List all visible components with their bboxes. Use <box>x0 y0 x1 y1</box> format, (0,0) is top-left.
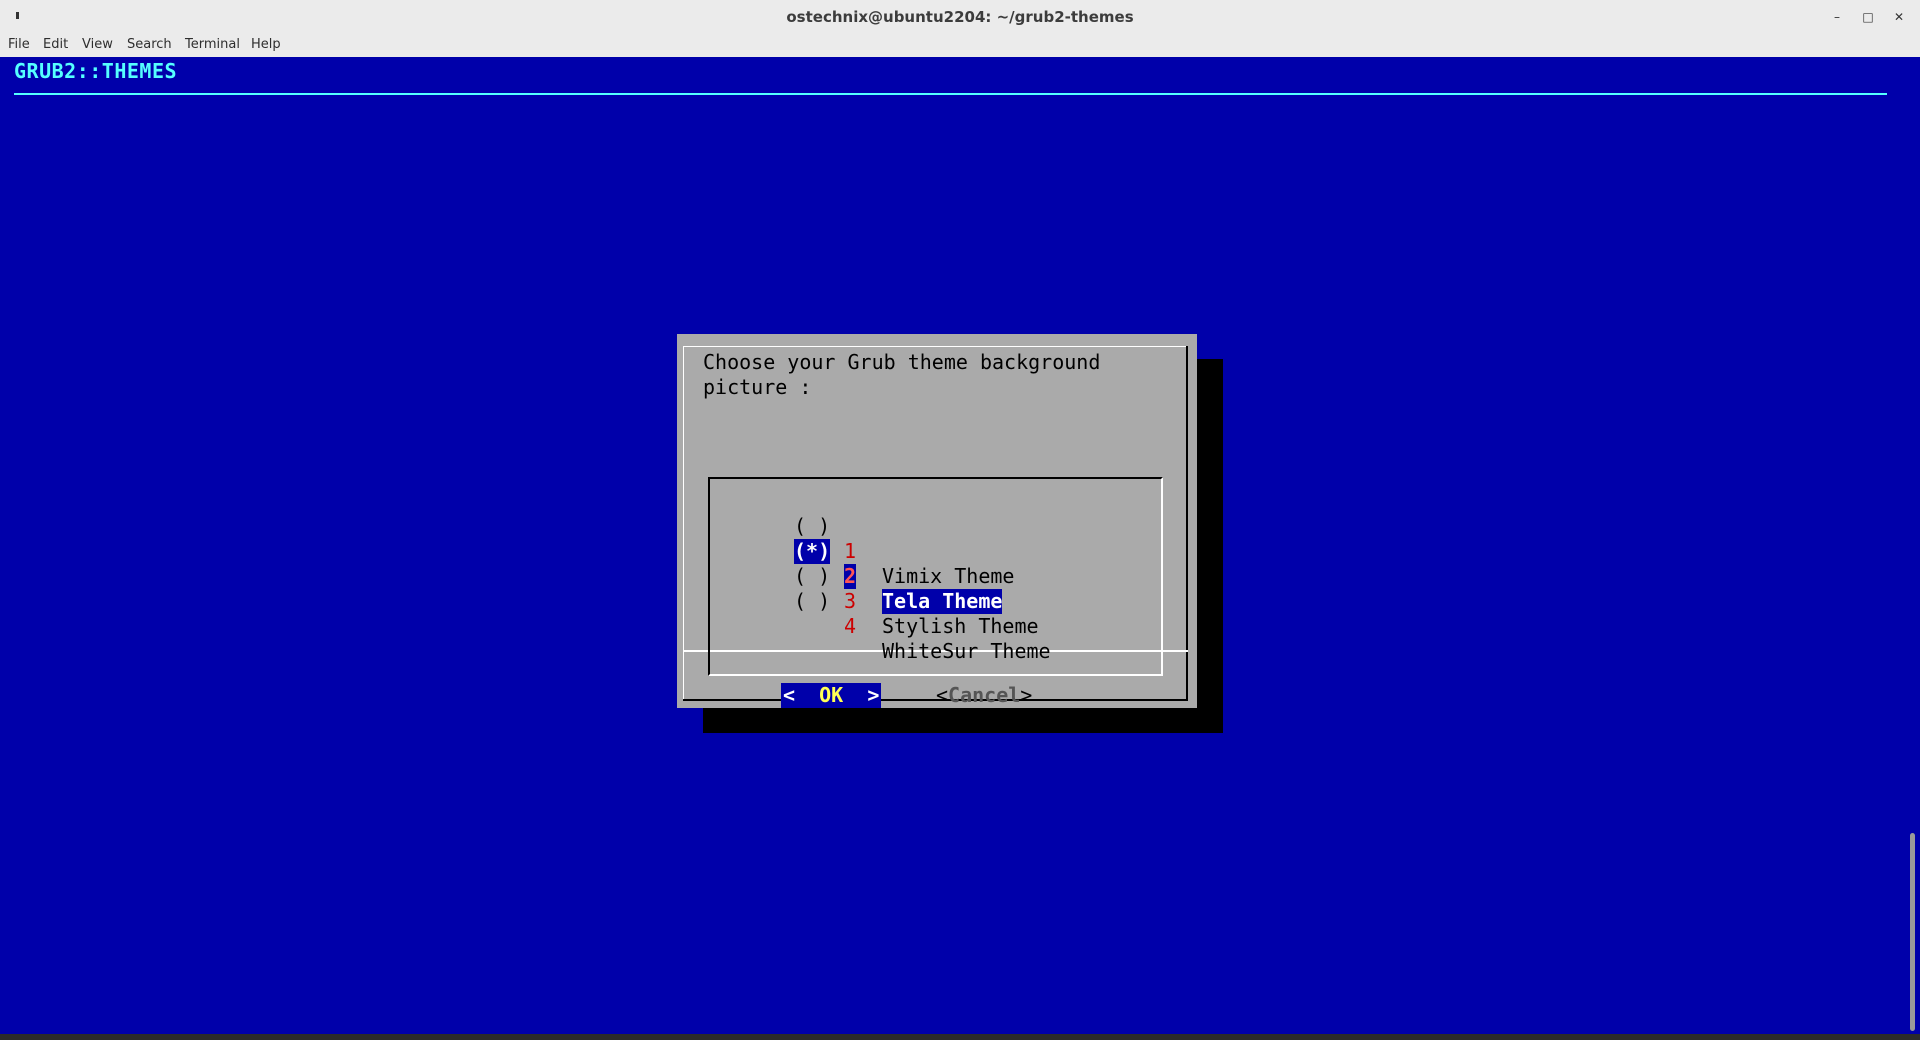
scrollbar-thumb[interactable] <box>1910 833 1915 1031</box>
menu-edit[interactable]: Edit <box>43 37 68 52</box>
radio-button[interactable]: ( ) <box>794 589 830 614</box>
theme-option[interactable]: ( ) 4 WhiteSur Theme <box>794 564 1051 663</box>
theme-option-selected[interactable]: (*) 2 Tela Theme <box>794 514 1003 614</box>
dialog-frame <box>683 346 684 700</box>
menu-terminal[interactable]: Terminal <box>185 37 240 52</box>
menu-file[interactable]: File <box>8 37 30 52</box>
cancel-left-bracket: < <box>936 683 949 707</box>
ok-label: OK <box>819 683 844 707</box>
theme-option[interactable]: ( ) 1 Vimix Theme <box>794 489 1014 588</box>
terminal-area[interactable]: GRUB2::THEMES Choose your Grub theme bac… <box>0 57 1906 1034</box>
ok-button[interactable]: < OK > <box>781 683 882 708</box>
backtitle: GRUB2::THEMES <box>14 59 178 83</box>
dialog-frame <box>683 346 1187 347</box>
title-bar: ostechnix@ubuntu2204: ~/grub2-themes – □… <box>0 0 1920 33</box>
theme-option[interactable]: ( ) 3 Stylish Theme <box>794 539 1039 638</box>
cancel-right-bracket: > <box>1020 683 1033 707</box>
maximize-icon[interactable]: □ <box>1859 8 1877 26</box>
theme-list: ( ) 1 Vimix Theme (*) 2 Tela Theme ( ) 3… <box>708 477 1163 676</box>
cancel-button[interactable]: <Cancel> <box>936 683 1032 708</box>
terminal-window: ostechnix@ubuntu2204: ~/grub2-themes – □… <box>0 0 1920 1040</box>
menu-help[interactable]: Help <box>251 37 281 52</box>
window-title: ostechnix@ubuntu2204: ~/grub2-themes <box>786 8 1134 26</box>
minimize-icon[interactable]: – <box>1828 8 1846 26</box>
option-number: 4 <box>844 614 857 638</box>
window-bottom-edge <box>0 1034 1920 1040</box>
option-label: WhiteSur Theme <box>882 639 1051 663</box>
backtitle-rule <box>14 93 1887 95</box>
scrollbar[interactable] <box>1906 57 1920 1034</box>
close-icon[interactable]: ✕ <box>1890 8 1908 26</box>
dialog-frame <box>1186 346 1188 700</box>
menu-search[interactable]: Search <box>127 37 172 52</box>
ok-right-bracket: > <box>867 683 880 707</box>
radiolist-dialog: Choose your Grub theme background pictur… <box>677 334 1197 708</box>
menu-bar: File Edit View Search Terminal Help <box>0 33 1920 57</box>
dialog-prompt: Choose your Grub theme background pictur… <box>703 350 1101 399</box>
menu-view[interactable]: View <box>82 37 113 52</box>
cancel-label: Cancel <box>948 683 1021 707</box>
ok-left-bracket: < <box>783 683 796 707</box>
